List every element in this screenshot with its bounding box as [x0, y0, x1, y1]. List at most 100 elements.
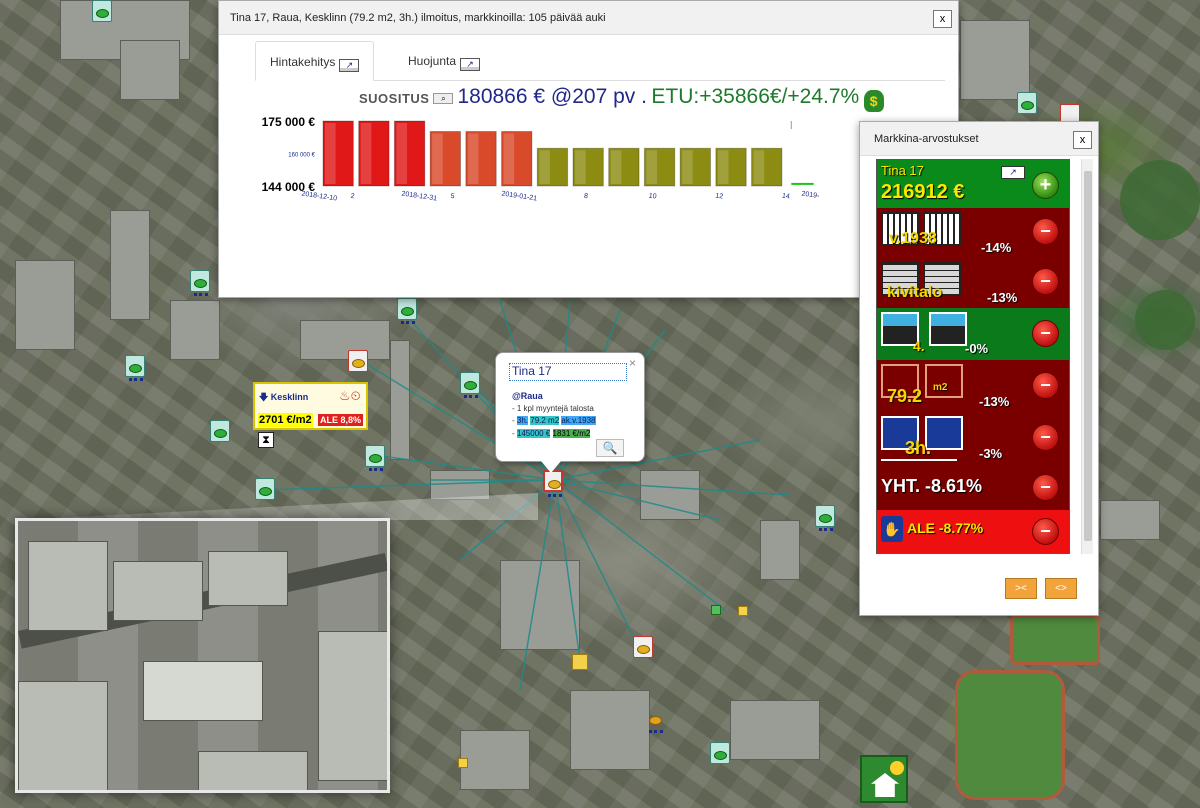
window-close-button[interactable]: x [933, 10, 952, 28]
listing-marker[interactable] [365, 445, 385, 471]
valuation-row-material: kivitalo -13% − [877, 258, 1069, 308]
zoom-in-icon[interactable]: 🔍 [596, 439, 624, 457]
tab-bar: Hintakehitys ↗ Huojunta ↗ [255, 41, 945, 81]
chart-bar-highlight [717, 150, 729, 184]
hourglass-icon[interactable]: ⧗ [258, 432, 274, 448]
property-name: Tina 17 [881, 163, 924, 178]
suggested-price: 180866 € @207 pv . [457, 85, 647, 108]
tab-huojunta[interactable]: Huojunta ↗ [394, 41, 494, 81]
house-marker[interactable] [458, 758, 468, 768]
closeup-building [18, 681, 108, 790]
listing-marker[interactable] [646, 708, 666, 733]
popup-title[interactable]: Tina 17 [509, 363, 627, 381]
x-tick-label: 12 [715, 193, 724, 201]
chart-bar-highlight [753, 150, 765, 184]
closeup-building [208, 551, 288, 606]
total-adjustment: YHT. -8.61% [881, 476, 983, 496]
closeup-building [113, 561, 203, 621]
valuation-header: Tina 17 ↗ 216912 € + [877, 160, 1069, 208]
house-marker[interactable] [572, 654, 588, 670]
money-bag-icon: $ [863, 90, 884, 112]
remove-material-button[interactable]: − [1032, 268, 1059, 295]
material-pct: -13% [987, 290, 1018, 305]
panel-title: Markkina-arvostukset [860, 122, 1098, 156]
valuation-row-area: 79.2 m2 -13% − [877, 360, 1069, 412]
listing-marker[interactable] [815, 505, 835, 531]
popup-sale-price: 145000 € [516, 429, 551, 438]
panel-close-button[interactable]: x [1073, 131, 1092, 149]
popup-price: - 145000 € 1831 €/m2 [512, 429, 591, 438]
house-marker[interactable] [738, 606, 748, 616]
collapse-button[interactable]: >< [1005, 578, 1037, 599]
remove-year-button[interactable]: − [1032, 218, 1059, 245]
popup-rooms: 3h. [516, 416, 529, 425]
popup-close-icon[interactable]: × [629, 356, 636, 370]
tab-label: Huojunta [408, 54, 457, 68]
house-marker[interactable] [711, 605, 721, 615]
panel-scrollbar[interactable] [1081, 159, 1093, 554]
area-discount: ALE 8,8% [318, 414, 364, 426]
listing-marker[interactable] [255, 478, 275, 500]
add-button[interactable]: + [1032, 172, 1059, 199]
x-tick-label: 2 [350, 193, 355, 200]
aerial-closeup-image [15, 518, 390, 793]
listing-marker[interactable] [460, 372, 480, 398]
home-app-icon[interactable] [860, 755, 908, 803]
area-label: 79.2 [887, 386, 923, 406]
area-pct: -13% [979, 394, 1010, 409]
popup-area: 79.2 m2 [530, 416, 560, 425]
listing-info-popup: Tina 17 × @Raua - 1 kpl myyntejä talosta… [495, 352, 645, 473]
listing-marker[interactable] [348, 350, 368, 372]
valuation-row-total: YHT. -8.61% − [877, 464, 1069, 510]
chart-bar-highlight [467, 133, 479, 184]
floor-pct: -0% [965, 341, 989, 356]
popup-price-per-m2: 1831 €/m2 [552, 429, 591, 438]
valuation-row-rooms: 3h. -3% − [877, 412, 1069, 464]
building-icon [929, 312, 967, 346]
remove-rooms-button[interactable]: − [1032, 424, 1059, 451]
popup-sales-count: - 1 kpl myyntejä talosta [512, 404, 594, 413]
chart-bar-highlight [503, 133, 515, 184]
year-pct: -14% [981, 240, 1012, 255]
listing-marker[interactable] [92, 0, 112, 22]
remove-area-button[interactable]: − [1032, 372, 1059, 399]
price-history-chart: 175 000 €160 000 €144 000 €2018-12-10 2 20… [262, 115, 819, 203]
remove-floor-button[interactable]: − [1032, 320, 1059, 347]
x-tick-label: 2019-03-18 [801, 191, 819, 203]
selected-listing-marker[interactable] [543, 470, 563, 497]
x-tick-label: 8 [583, 193, 588, 200]
listing-detail-window: Tina 17, Raua, Kesklinn (79.2 m2, 3h.) i… [218, 0, 959, 298]
remove-total-button[interactable]: − [1032, 474, 1059, 501]
scrollbar-thumb[interactable] [1084, 171, 1092, 541]
x-tick-label: 2019-01-21 [501, 191, 538, 203]
popout-icon[interactable]: ↗ [339, 59, 360, 72]
listing-marker[interactable] [633, 636, 653, 658]
listing-marker[interactable] [710, 742, 730, 764]
listing-marker[interactable] [125, 355, 145, 381]
listing-marker[interactable] [1017, 92, 1037, 114]
closeup-building [143, 661, 263, 721]
magnifier-icon[interactable]: ⌕ [433, 93, 454, 104]
y-tick-label: 175 000 € [262, 115, 316, 129]
expand-button[interactable]: <> [1045, 578, 1077, 599]
listing-marker[interactable] [210, 420, 230, 442]
popout-icon[interactable]: ↗ [460, 58, 481, 71]
x-tick-label: 2018-12-10 [301, 191, 338, 203]
floor-label: 4. [913, 338, 925, 354]
x-tick-label: 10 [648, 193, 657, 201]
chart-bar-highlight [575, 150, 586, 184]
remove-discount-button[interactable]: − [1032, 518, 1059, 545]
popout-icon[interactable]: ↗ [1001, 166, 1025, 179]
price-suggestion: SUOSITUS ⌕ 180866 € @207 pv . ETU:+35866€/… [359, 85, 929, 112]
area-price: 2701 €/m2 [258, 413, 313, 427]
listing-marker[interactable] [190, 270, 210, 296]
listing-marker[interactable] [397, 298, 417, 324]
chart-bar [791, 182, 814, 185]
chart-bar-highlight [682, 150, 693, 184]
tab-hintakehitys[interactable]: Hintakehitys ↗ [255, 41, 375, 81]
market-valuation-panel: Markkina-arvostukset x Tina 17 ↗ 216912 … [859, 121, 1099, 616]
area-price-popup[interactable]: 🡇 Kesklinn ♨⏲ 2701 €/m2 ALE 8,8% [253, 382, 368, 430]
chart-bar-highlight [610, 150, 622, 184]
x-tick-label: 14 [782, 193, 791, 201]
suggested-gain: ETU:+35866€/+24.7% [651, 85, 860, 108]
